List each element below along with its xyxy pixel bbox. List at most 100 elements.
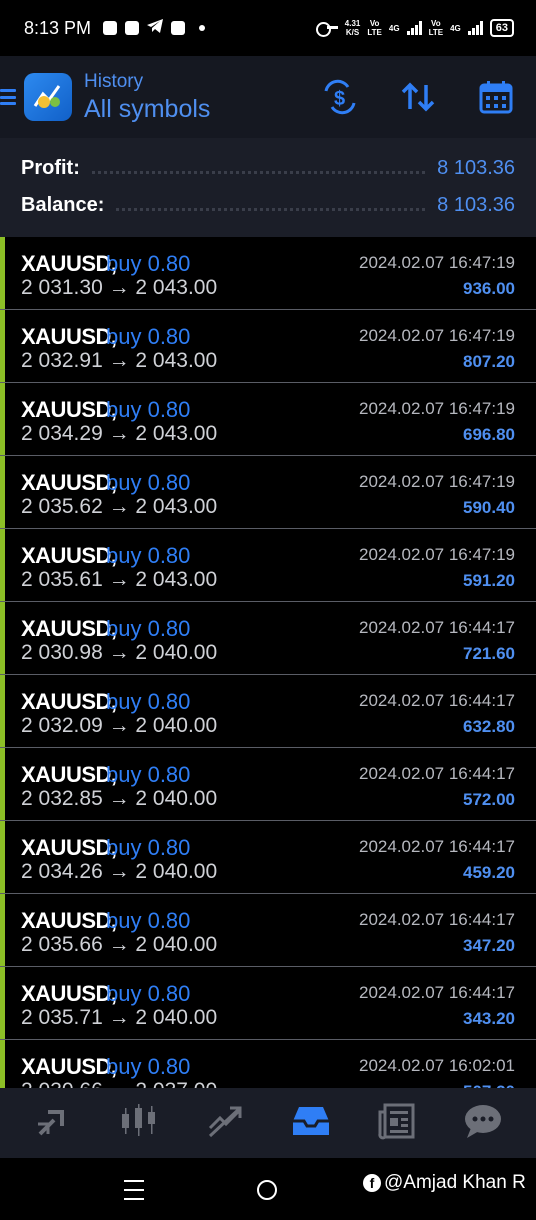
account-summary: Profit: 8 103.36 Balance: 8 103.36 — [0, 138, 536, 237]
menu-icon[interactable] — [0, 87, 16, 107]
deal-row[interactable]: XAUUSD, buy 0.80 2 034.29 → 2 043.00 2024.0… — [0, 383, 536, 456]
deal-symbol: XAUUSD, — [21, 908, 117, 933]
status-bar: 8:13 PM 4.31 K/S Vo LTE 4G Vo LTE 4G 63 — [0, 0, 536, 56]
header-subtitle: History — [84, 70, 144, 92]
deal-row[interactable]: XAUUSD, buy 0.80 2 035.62 → 2 043.00 2024.0… — [0, 456, 536, 529]
tab-trade[interactable] — [205, 1103, 245, 1143]
deal-profit: 572.00 — [463, 790, 515, 809]
deal-time: 2024.02.07 16:47:19 — [359, 326, 515, 345]
deal-type: buy 0.80 — [106, 908, 191, 933]
tab-messages[interactable] — [463, 1103, 503, 1143]
deal-type: buy 0.80 — [106, 981, 191, 1006]
history-icon — [291, 1103, 331, 1144]
deal-type: buy 0.80 — [106, 689, 191, 714]
deal-time: 2024.02.07 16:47:19 — [359, 253, 515, 272]
deal-type: buy 0.80 — [106, 762, 191, 787]
deal-prices: 2 035.62 → 2 043.00 — [21, 495, 218, 518]
deal-symbol: XAUUSD, — [21, 251, 117, 276]
dotted-leader — [91, 171, 426, 174]
home-button[interactable] — [257, 1180, 277, 1200]
deal-profit: 807.20 — [463, 352, 515, 371]
deal-time: 2024.02.07 16:44:17 — [359, 618, 515, 637]
sort-icon[interactable] — [400, 79, 436, 115]
bottom-tab-bar — [0, 1088, 536, 1158]
deal-time: 2024.02.07 16:02:01 — [359, 1056, 515, 1075]
sim2-network-type: 4G — [450, 23, 461, 33]
deal-symbol: XAUUSD, — [21, 397, 117, 422]
quotes-icon — [34, 1102, 72, 1145]
more-notifications-dot — [199, 25, 206, 31]
battery-indicator: 63 — [489, 19, 514, 37]
deal-type: buy 0.80 — [106, 616, 191, 641]
deal-profit: 696.80 — [463, 425, 515, 444]
deal-time: 2024.02.07 16:44:17 — [359, 764, 515, 783]
deal-type: buy 0.80 — [106, 470, 191, 495]
deal-row[interactable]: XAUUSD, buy 0.80 2 030.98 → 2 040.00 2024.0… — [0, 602, 536, 675]
deal-time: 2024.02.07 16:44:17 — [359, 910, 515, 929]
deal-prices: 2 032.85 → 2 040.00 — [21, 787, 218, 810]
deal-symbol: XAUUSD, — [21, 981, 117, 1006]
deal-type: buy 0.80 — [106, 324, 191, 349]
tab-chart[interactable] — [119, 1103, 159, 1143]
deal-row[interactable]: XAUUSD, buy 0.80 2 035.71 → 2 040.00 2024.0… — [0, 967, 536, 1040]
profit-row: Profit: 8 103.36 — [21, 150, 515, 187]
balance-label: Balance: — [21, 194, 105, 216]
deal-prices: 2 032.91 → 2 043.00 — [21, 349, 218, 372]
deal-prices: 2 034.29 → 2 043.00 — [21, 422, 218, 445]
tab-news[interactable] — [377, 1103, 417, 1143]
status-time: 8:13 PM — [24, 17, 92, 38]
chart-icon — [119, 1102, 159, 1145]
dotted-leader — [116, 208, 426, 211]
deal-profit: 721.60 — [463, 644, 515, 663]
recent-apps-button[interactable] — [124, 1180, 144, 1200]
trade-icon — [206, 1102, 244, 1145]
deal-row[interactable]: XAUUSD, buy 0.80 2 035.61 → 2 043.00 2024.0… — [0, 529, 536, 602]
deal-row[interactable]: XAUUSD,buy 0.802 030.66 → 2 037.00 2024.0… — [0, 1040, 536, 1088]
deal-row[interactable]: XAUUSD, buy 0.80 2 032.85 → 2 040.00 2024.0… — [0, 748, 536, 821]
deal-row[interactable]: XAUUSD, buy 0.80 2 031.30 → 2 043.00 2024.0… — [0, 237, 536, 310]
calculator-notification-icon — [171, 21, 186, 35]
deal-prices: 2 032.09 → 2 040.00 — [21, 714, 218, 737]
deal-row[interactable]: XAUUSD, buy 0.80 2 032.09 → 2 040.00 2024.0… — [0, 675, 536, 748]
deal-time: 2024.02.07 16:47:19 — [359, 399, 515, 418]
status-indicators: 4.31 K/S Vo LTE 4G Vo LTE 4G 63 — [315, 19, 514, 37]
app-header: History All symbols $ — [0, 56, 536, 138]
sim2-signal-icon — [467, 21, 483, 35]
deal-profit: 591.20 — [463, 571, 515, 590]
deal-symbol: XAUUSD, — [21, 835, 117, 860]
deal-prices: 2 035.61 → 2 043.00 — [21, 568, 218, 591]
tab-history[interactable] — [291, 1103, 331, 1143]
deal-time: 2024.02.07 16:47:19 — [359, 472, 515, 491]
deal-symbol: XAUUSD, — [21, 762, 117, 787]
deal-prices: 2 031.30 → 2 043.00 — [21, 276, 218, 299]
deal-symbol: XAUUSD, — [21, 689, 117, 714]
deal-time: 2024.02.07 16:44:17 — [359, 837, 515, 856]
calendar-icon[interactable] — [478, 79, 514, 115]
deal-time: 2024.02.07 16:44:17 — [359, 983, 515, 1002]
balance-row: Balance: 8 103.36 — [21, 187, 515, 224]
deposit-withdraw-icon[interactable]: $ — [322, 79, 358, 115]
deal-profit: 347.20 — [463, 936, 515, 955]
deal-time: 2024.02.07 16:44:17 — [359, 691, 515, 710]
tab-quotes[interactable] — [33, 1103, 73, 1143]
header-titles: History All symbols — [84, 71, 210, 124]
header-title[interactable]: All symbols — [84, 95, 210, 124]
deal-symbol: XAUUSD, — [21, 543, 117, 568]
deal-time: 2024.02.07 16:47:19 — [359, 545, 515, 564]
deals-list[interactable]: XAUUSD, buy 0.80 2 031.30 → 2 043.00 2024.0… — [0, 237, 536, 1088]
messages-icon — [463, 1102, 503, 1145]
deal-type: buy 0.80 — [106, 397, 191, 422]
notification-icons — [103, 18, 206, 38]
deal-type: buy 0.80 — [106, 835, 191, 860]
deal-row[interactable]: XAUUSD, buy 0.80 2 035.66 → 2 040.00 2024.0… — [0, 894, 536, 967]
deal-type: buy 0.80 — [106, 1054, 191, 1079]
deal-row[interactable]: XAUUSD, buy 0.80 2 032.91 → 2 043.00 2024.0… — [0, 310, 536, 383]
telegram-notification-icon — [147, 18, 164, 38]
watermark: f @Amjad Khan R — [363, 1172, 526, 1194]
profit-value: 8 103.36 — [437, 157, 515, 179]
deal-row[interactable]: XAUUSD, buy 0.80 2 034.26 → 2 040.00 2024.0… — [0, 821, 536, 894]
facebook-notification-icon — [103, 21, 118, 35]
deal-type: buy 0.80 — [106, 251, 191, 276]
app-notification-icon — [125, 21, 140, 35]
profit-label: Profit: — [21, 157, 80, 179]
